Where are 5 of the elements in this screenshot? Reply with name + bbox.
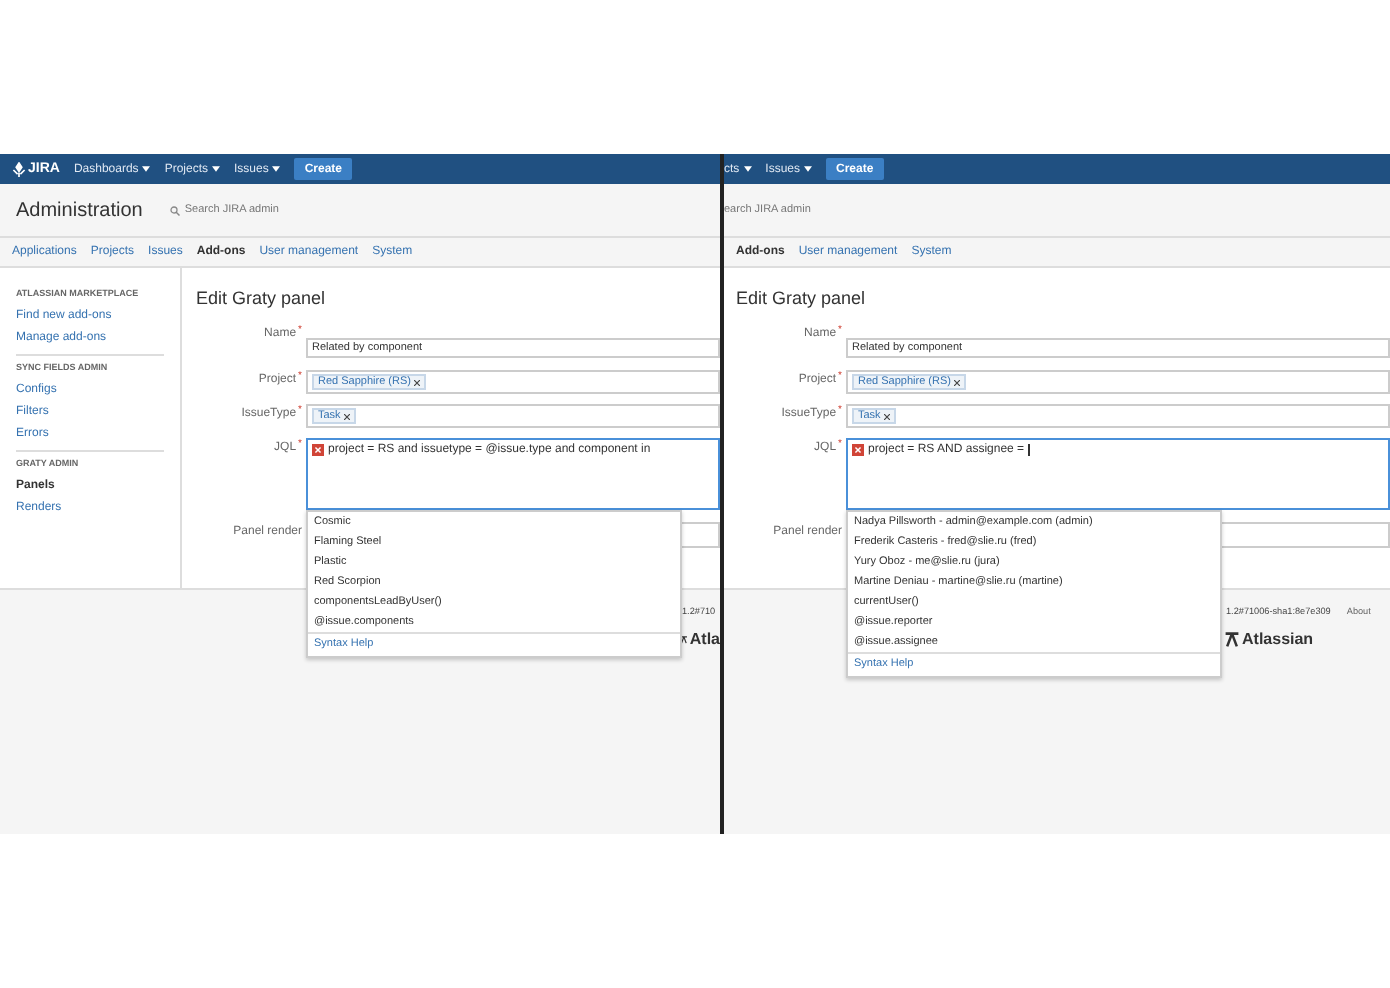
page-title: Edit Graty panel xyxy=(736,288,868,308)
page-title: Edit Graty panel xyxy=(196,288,328,308)
admin-title: Administration xyxy=(16,199,143,221)
logo-text: Atla xyxy=(689,630,720,648)
logo-text: Atlassian xyxy=(1242,630,1314,648)
